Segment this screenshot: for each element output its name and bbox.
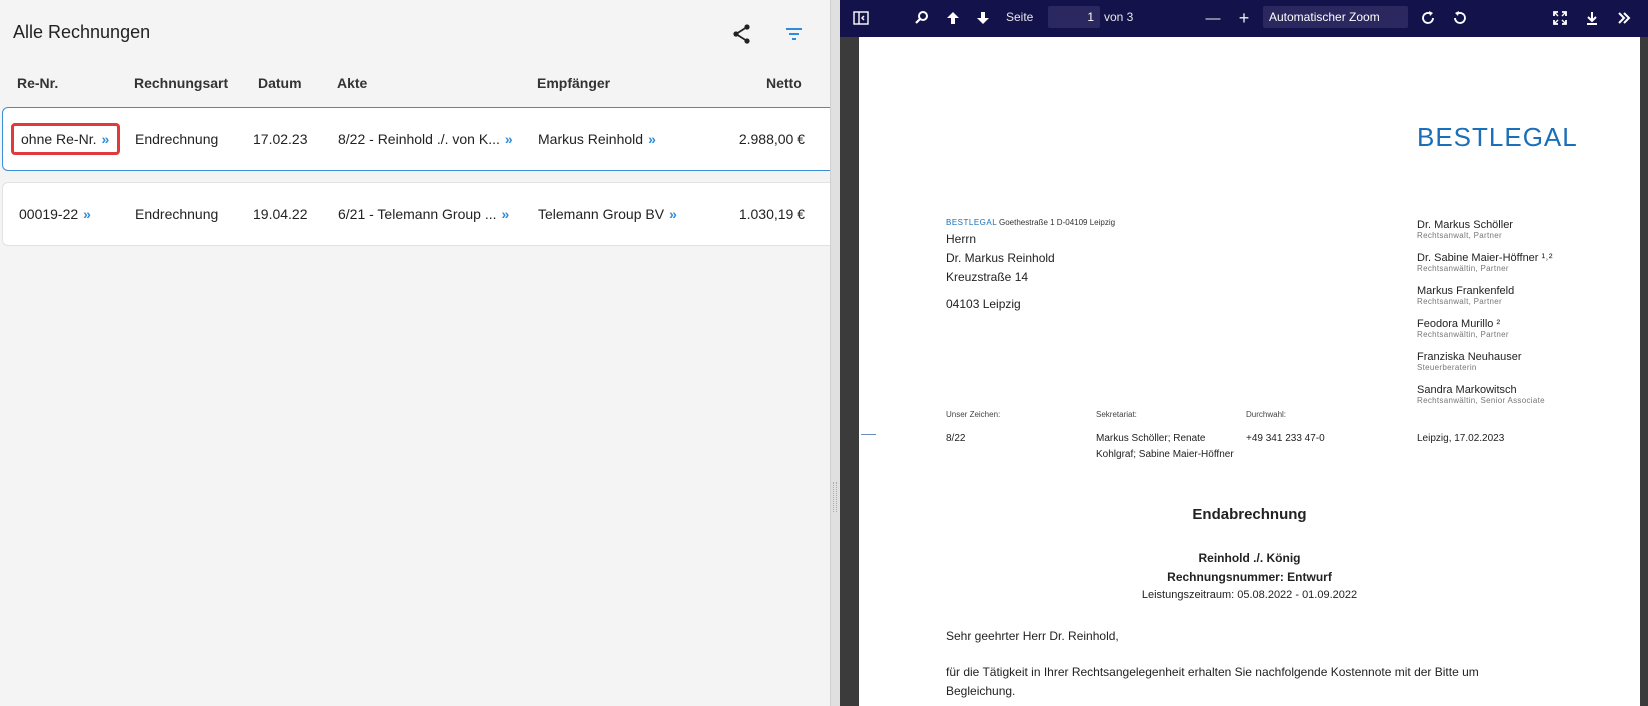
chevron-right-icon[interactable]: » <box>669 206 677 222</box>
partner-entry: Franziska Neuhauser Steuerberaterin <box>1417 351 1522 372</box>
akte-cell[interactable]: 8/22 - Reinhold ./. von K... » <box>338 108 513 170</box>
brand-logo: BESTLEGAL <box>1417 122 1578 152</box>
partner-entry: Feodora Murillo ² Rechtsanwältin, Partne… <box>1417 318 1509 339</box>
address-line: Dr. Markus Reinhold <box>946 251 1055 265</box>
fold-mark <box>861 434 876 435</box>
search-icon[interactable] <box>911 7 933 29</box>
partner-role: Rechtsanwältin, Senior Associate <box>1417 396 1545 405</box>
chevron-right-icon[interactable]: » <box>101 131 109 147</box>
more-tools-icon[interactable] <box>1613 7 1635 29</box>
address-line: Kreuzstraße 14 <box>946 270 1029 284</box>
col-header-empfaenger[interactable]: Empfänger <box>537 75 610 91</box>
page-title: Alle Rechnungen <box>13 22 151 42</box>
body-text: für die Tätigkeit in Ihrer Rechtsangeleg… <box>946 665 1479 679</box>
address-line: 04103 Leipzig <box>946 297 1021 311</box>
partner-role: Rechtsanwalt, Partner <box>1417 231 1503 240</box>
partner-name: Dr. Markus Schöller <box>1417 219 1513 231</box>
partner-entry: Sandra Markowitsch Rechtsanwältin, Senio… <box>1417 384 1545 405</box>
page-label: Seite <box>1006 10 1034 24</box>
akte-value: 8/22 - Reinhold ./. von K... <box>338 131 500 147</box>
sender-brand: BESTLEGAL <box>946 218 998 227</box>
pdf-toolbar: Seite 1 von 3 — + Automatischer Zoom <box>840 0 1648 37</box>
renr-value: 00019-22 <box>19 206 79 222</box>
datum-cell: 17.02.23 <box>253 131 308 147</box>
empfaenger-cell[interactable]: Markus Reinhold» <box>538 108 656 170</box>
service-period: Leistungszeitraum: 05.08.2022 - 01.09.20… <box>1141 589 1358 601</box>
partner-name: Dr. Sabine Maier-Höffner ¹˒² <box>1417 252 1553 264</box>
partner-role: Rechtsanwältin, Partner <box>1417 330 1509 339</box>
pdf-page: BESTLEGAL BESTLEGAL Goethestraße 1 D-041… <box>859 37 1640 706</box>
rechnungsart-cell: Endrechnung <box>135 131 219 147</box>
zoom-select[interactable]: Automatischer Zoom <box>1263 6 1408 28</box>
chevron-right-icon[interactable]: » <box>83 206 91 222</box>
renr-value: ohne Re-Nr. <box>21 131 97 147</box>
empfaenger-cell[interactable]: Telemann Group BV» <box>538 183 677 245</box>
durchwahl-label: Durchwahl: <box>1246 410 1287 419</box>
col-header-netto[interactable]: Netto <box>766 75 802 91</box>
previous-page-icon[interactable] <box>942 7 964 29</box>
rotate-counterclockwise-icon[interactable] <box>1449 7 1471 29</box>
page-total: von 3 <box>1104 10 1134 24</box>
zeichen-label: Unser Zeichen: <box>946 410 1001 419</box>
partner-role: Rechtsanwalt, Partner <box>1417 297 1503 306</box>
datum-cell: 19.04.22 <box>253 206 308 222</box>
zoom-in-button[interactable]: + <box>1233 7 1255 29</box>
document-title: Endabrechnung <box>1192 506 1307 523</box>
next-page-icon[interactable] <box>972 7 994 29</box>
case-name: Reinhold ./. König <box>1198 551 1301 565</box>
akte-value: 6/21 - Telemann Group ... <box>338 206 497 222</box>
akte-cell[interactable]: 6/21 - Telemann Group ... » <box>338 183 509 245</box>
partner-name: Markus Frankenfeld <box>1417 285 1515 297</box>
col-header-datum[interactable]: Datum <box>258 75 302 91</box>
salutation: Sehr geehrter Herr Dr. Reinhold, <box>946 629 1119 643</box>
empfaenger-value: Telemann Group BV <box>538 206 665 222</box>
chevron-right-icon[interactable]: » <box>648 131 656 147</box>
sekretariat-line: Kohlgraf; Sabine Maier-Höffner <box>1096 449 1234 460</box>
filter-icon[interactable] <box>782 22 806 46</box>
download-icon[interactable] <box>1581 7 1603 29</box>
page-number-input[interactable]: 1 <box>1048 6 1100 28</box>
partner-name: Feodora Murillo ² <box>1417 318 1501 330</box>
pdf-viewer: Seite 1 von 3 — + Automatischer Zoom BES… <box>840 0 1648 706</box>
share-icon[interactable] <box>730 22 754 46</box>
empfaenger-value: Markus Reinhold <box>538 131 644 147</box>
zeichen-value: 8/22 <box>946 433 966 444</box>
body-text: Begleichung. <box>946 684 1016 698</box>
renr-cell-highlighted[interactable]: ohne Re-Nr. » <box>11 123 121 155</box>
chevron-right-icon[interactable]: » <box>502 206 510 222</box>
partner-name: Franziska Neuhauser <box>1417 351 1522 363</box>
partner-entry: Markus Frankenfeld Rechtsanwalt, Partner <box>1417 285 1514 306</box>
sekretariat-line: Markus Schöller; Renate <box>1096 433 1206 444</box>
netto-cell: 1.030,19 € <box>738 206 805 222</box>
address-line: Herrn <box>946 232 977 246</box>
partner-entry: Dr. Markus Schöller Rechtsanwalt, Partne… <box>1417 219 1513 240</box>
partner-role: Rechtsanwältin, Partner <box>1417 264 1509 273</box>
invoice-list-panel: Alle Rechnungen Re-Nr. Rechnungsart Datu… <box>0 0 830 706</box>
letter-date: Leipzig, 17.02.2023 <box>1417 433 1505 444</box>
zoom-out-button[interactable]: — <box>1202 7 1224 29</box>
netto-cell: 2.988,00 € <box>738 131 805 147</box>
col-header-akte[interactable]: Akte <box>337 75 367 91</box>
sidebar-toggle-icon[interactable] <box>850 7 872 29</box>
splitter-grip-icon[interactable] <box>833 482 837 512</box>
panel-splitter[interactable] <box>830 0 840 706</box>
table-row[interactable]: 00019-22» Endrechnung 19.04.22 6/21 - Te… <box>2 182 830 246</box>
renr-cell[interactable]: 00019-22» <box>19 183 91 245</box>
col-header-rechnungsart[interactable]: Rechnungsart <box>134 75 228 91</box>
col-header-renr[interactable]: Re-Nr. <box>17 75 58 91</box>
sekretariat-label: Sekretariat: <box>1096 410 1137 419</box>
durchwahl-value: +49 341 233 47-0 <box>1246 433 1325 444</box>
partner-role: Steuerberaterin <box>1417 363 1477 372</box>
sender-line: Goethestraße 1 D-04109 Leipzig <box>999 218 1116 227</box>
fullscreen-icon[interactable] <box>1549 7 1571 29</box>
rotate-clockwise-icon[interactable] <box>1417 7 1439 29</box>
invoice-number: Rechnungsnummer: Entwurf <box>1167 570 1332 584</box>
table-row[interactable]: ohne Re-Nr. » Endrechnung 17.02.23 8/22 … <box>2 107 830 171</box>
rechnungsart-cell: Endrechnung <box>135 206 219 222</box>
sekretariat-value: Markus Schöller; Renate Kohlgraf; Sabine… <box>1096 431 1234 463</box>
partner-name: Sandra Markowitsch <box>1417 384 1517 396</box>
partner-entry: Dr. Sabine Maier-Höffner ¹˒² Rechtsanwäl… <box>1417 252 1553 273</box>
chevron-right-icon[interactable]: » <box>505 131 513 147</box>
